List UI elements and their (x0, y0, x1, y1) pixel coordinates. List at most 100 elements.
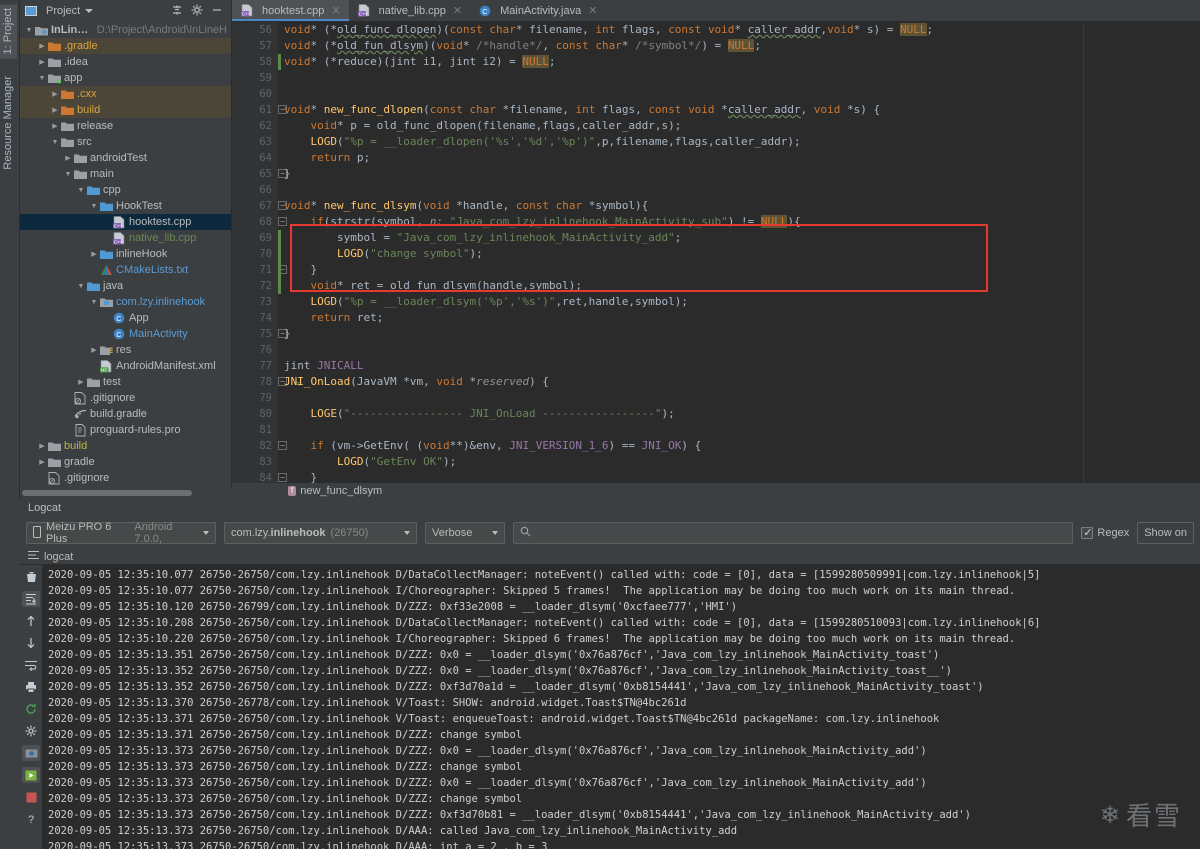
chevron-down-icon[interactable]: ▼ (89, 203, 99, 210)
code-line[interactable]: jint JNICALL (284, 358, 1200, 374)
chevron-right-icon[interactable]: ▶ (50, 90, 60, 98)
tree-node-native-lib-cpp[interactable]: C++native_lib.cpp (20, 230, 231, 246)
tree-node--gitignore[interactable]: .gitignore (20, 470, 231, 486)
code-line[interactable]: LOGD("GetEnv OK"); (284, 454, 1200, 470)
tree-node-app[interactable]: CApp (20, 310, 231, 326)
logcat-line[interactable]: 2020-09-05 12:35:13.352 26750-26750/com.… (42, 663, 1200, 679)
chevron-down-icon[interactable] (492, 531, 498, 535)
tool-window-project[interactable]: 1: Project (0, 4, 17, 58)
line-number[interactable]: 76 (232, 342, 278, 358)
code-line[interactable]: LOGD("%p = __loader_dlopen('%s','%d','%p… (284, 134, 1200, 150)
code-line[interactable]: symbol = "Java_com_lzy_inlinehook_MainAc… (284, 230, 1200, 246)
tree-node-proguard-rules-pro[interactable]: proguard-rules.pro (20, 422, 231, 438)
print-icon[interactable] (22, 679, 40, 695)
code-line[interactable]: return ret; (284, 310, 1200, 326)
logcat-line[interactable]: 2020-09-05 12:35:10.120 26750-26799/com.… (42, 599, 1200, 615)
logcat-line[interactable]: 2020-09-05 12:35:13.371 26750-26750/com.… (42, 727, 1200, 743)
tree-node-inlinehook[interactable]: ▶inlineHook (20, 246, 231, 262)
soft-wrap-icon[interactable] (22, 657, 40, 673)
device-selector[interactable]: Meizu PRO 6 Plus Android 7.0.0, (26, 522, 216, 544)
close-icon[interactable]: ✕ (331, 4, 340, 17)
editor-tab-mainactivity-java[interactable]: CMainActivity.java✕ (470, 0, 605, 21)
tree-node-test[interactable]: ▶test (20, 374, 231, 390)
chevron-down-icon[interactable]: ▼ (76, 187, 86, 194)
code-line[interactable] (284, 422, 1200, 438)
tree-node-build[interactable]: ▶build (20, 438, 231, 454)
code-line[interactable]: void* new_func_dlsym(void *handle, const… (284, 198, 1200, 214)
tree-node--idea[interactable]: ▶.idea (20, 54, 231, 70)
tree-node-androidtest[interactable]: ▶androidTest (20, 150, 231, 166)
logcat-line[interactable]: 2020-09-05 12:35:10.077 26750-26750/com.… (42, 583, 1200, 599)
code-line[interactable] (284, 390, 1200, 406)
code-line[interactable]: } (284, 326, 1200, 342)
tree-node-cmakelists-txt[interactable]: CMakeLists.txt (20, 262, 231, 278)
chevron-right-icon[interactable]: ▶ (37, 442, 47, 450)
tree-node-cpp[interactable]: ▼cpp (20, 182, 231, 198)
line-number[interactable]: 84− (232, 470, 278, 483)
chevron-right-icon[interactable]: ▶ (63, 154, 73, 162)
scrollbar-thumb[interactable] (22, 490, 192, 496)
chevron-down-icon[interactable]: ▼ (76, 283, 86, 290)
minimize-icon[interactable] (211, 4, 223, 19)
logcat-line[interactable]: 2020-09-05 12:35:13.370 26750-26778/com.… (42, 695, 1200, 711)
checkbox-icon[interactable] (1081, 527, 1093, 539)
tree-node-mainactivity[interactable]: CMainActivity (20, 326, 231, 342)
line-number[interactable]: 66 (232, 182, 278, 198)
tree-node-androidmanifest-xml[interactable]: MFAndroidManifest.xml (20, 358, 231, 374)
stop-icon[interactable] (22, 789, 40, 805)
tree-node--gitignore[interactable]: .gitignore (20, 390, 231, 406)
up-arrow-icon[interactable] (22, 613, 40, 629)
gear-icon[interactable] (22, 723, 40, 739)
tree-node-inlinehook[interactable]: ▼InLineHookD:\Project\Android\InLineH (20, 22, 231, 38)
close-icon[interactable]: ✕ (453, 4, 462, 17)
line-number[interactable]: 70 (232, 246, 278, 262)
code-line[interactable]: } (284, 470, 1200, 483)
screen-record-icon[interactable] (22, 767, 40, 783)
chevron-right-icon[interactable]: ▶ (37, 58, 47, 66)
line-number[interactable]: 58 (232, 54, 278, 70)
chevron-right-icon[interactable]: ▶ (37, 458, 47, 466)
logcat-line[interactable]: 2020-09-05 12:35:13.373 26750-26750/com.… (42, 791, 1200, 807)
logcat-line[interactable]: 2020-09-05 12:35:13.371 26750-26750/com.… (42, 711, 1200, 727)
tree-node--gradle[interactable]: ▶.gradle (20, 38, 231, 54)
line-number[interactable]: 77 (232, 358, 278, 374)
logcat-line[interactable]: 2020-09-05 12:35:10.208 26750-26750/com.… (42, 615, 1200, 631)
chevron-right-icon[interactable]: ▶ (50, 122, 60, 130)
line-number[interactable]: 72 (232, 278, 278, 294)
line-number[interactable]: 64 (232, 150, 278, 166)
line-number[interactable]: 78−⇆ (232, 374, 278, 390)
chevron-right-icon[interactable]: ▶ (89, 346, 99, 354)
code-line[interactable]: JNI_OnLoad(JavaVM *vm, void *reserved) { (284, 374, 1200, 390)
code-line[interactable]: void* (*reduce)(jint i1, jint i2) = NULL… (284, 54, 1200, 70)
logcat-line[interactable]: 2020-09-05 12:35:13.373 26750-26750/com.… (42, 759, 1200, 775)
help-icon[interactable]: ? (22, 811, 40, 827)
line-number[interactable]: 67− (232, 198, 278, 214)
tool-window-resource-manager[interactable]: Resource Manager (0, 72, 17, 174)
tree-node-release[interactable]: ▶release (20, 118, 231, 134)
editor-tab-hooktest-cpp[interactable]: C++hooktest.cpp✕ (232, 0, 349, 21)
chevron-right-icon[interactable]: ▶ (76, 378, 86, 386)
logcat-search-input[interactable] (513, 522, 1073, 544)
screenshot-icon[interactable] (22, 745, 40, 761)
code-text[interactable]: void* (*old_func_dlopen)(const char* fil… (284, 22, 1200, 483)
logcat-line[interactable]: 2020-09-05 12:35:10.077 26750-26750/com.… (42, 567, 1200, 583)
line-number[interactable]: 63 (232, 134, 278, 150)
code-line[interactable]: void* new_func_dlopen(const char *filena… (284, 102, 1200, 118)
code-line[interactable] (284, 86, 1200, 102)
code-line[interactable]: } (284, 262, 1200, 278)
code-line[interactable]: LOGD("%p = __loader_dlsym('%p','%s')",re… (284, 294, 1200, 310)
chevron-down-icon[interactable]: ▼ (89, 299, 99, 306)
line-number[interactable]: 80 (232, 406, 278, 422)
chevron-down-icon[interactable] (203, 531, 209, 535)
editor-gutter[interactable]: 565758596061−62636465−6667−68−697071−727… (232, 22, 278, 483)
chevron-down-icon[interactable]: ▼ (37, 75, 47, 82)
chevron-right-icon[interactable]: ▶ (37, 42, 47, 50)
logcat-output[interactable]: 2020-09-05 12:35:10.077 26750-26750/com.… (42, 565, 1200, 849)
code-line[interactable] (284, 182, 1200, 198)
show-only-selected-button[interactable]: Show on (1137, 522, 1194, 544)
editor-tab-native-lib-cpp[interactable]: C++native_lib.cpp✕ (349, 0, 471, 21)
line-number[interactable]: 69 (232, 230, 278, 246)
logcat-line[interactable]: 2020-09-05 12:35:13.373 26750-26750/com.… (42, 839, 1200, 849)
code-line[interactable]: void* ret = old_fun_dlsym(handle,symbol)… (284, 278, 1200, 294)
logcat-line[interactable]: 2020-09-05 12:35:10.220 26750-26750/com.… (42, 631, 1200, 647)
